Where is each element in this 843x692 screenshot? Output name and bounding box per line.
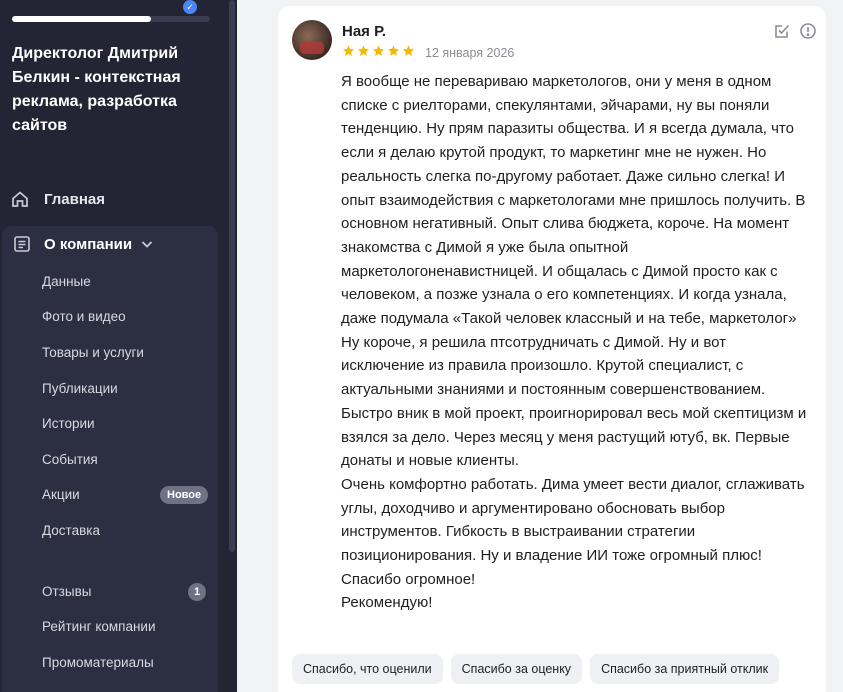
rating-stars bbox=[341, 44, 416, 58]
star-icon bbox=[342, 45, 355, 56]
sidebar-scrollbar[interactable] bbox=[229, 0, 235, 552]
review-paragraph: Очень комфортно работать. Дима умеет вес… bbox=[341, 475, 805, 565]
reviews-count-badge: 1 bbox=[188, 583, 206, 601]
review-author: Ная Р. bbox=[342, 23, 387, 40]
chevron-down-icon[interactable] bbox=[140, 237, 154, 251]
review-paragraph: Рекомендую! bbox=[341, 594, 433, 612]
profile-progress-bar bbox=[12, 16, 210, 22]
quick-reply-button[interactable]: Спасибо, что оценили bbox=[292, 654, 443, 684]
sidebar-item-publications[interactable]: Публикации bbox=[42, 381, 118, 396]
sidebar-item-reviews[interactable]: Отзывы bbox=[42, 584, 91, 599]
company-name: Директолог Дмитрий Белкин - контекстная … bbox=[12, 45, 181, 134]
review-paragraph: Я вообще не перевариваю маркетологов, он… bbox=[341, 73, 806, 328]
sidebar-item-label: Главная bbox=[44, 190, 106, 208]
report-icon[interactable] bbox=[799, 22, 817, 40]
review-text: Я вообще не перевариваю маркетологов, он… bbox=[341, 70, 811, 615]
quick-reply-button[interactable]: Спасибо за оценку bbox=[450, 654, 583, 684]
sidebar-item-events[interactable]: События bbox=[42, 452, 98, 467]
sidebar-item-rating[interactable]: Рейтинг компании bbox=[42, 619, 156, 634]
star-icon bbox=[402, 45, 415, 56]
sidebar-item-label: О компании bbox=[44, 235, 133, 253]
sidebar-item-delivery[interactable]: Доставка bbox=[42, 523, 100, 538]
sidebar-item-promo-materials[interactable]: Промоматериалы bbox=[42, 655, 154, 670]
star-icon bbox=[387, 45, 400, 56]
sidebar-item-photo-video[interactable]: Фото и видео bbox=[42, 309, 126, 324]
verified-check-icon: ✓ bbox=[183, 0, 197, 14]
star-icon bbox=[372, 45, 385, 56]
review-card: Ная Р. 12 января 2026 Я вообще не перева… bbox=[278, 6, 826, 692]
review-paragraph: Ну короче, я решила птсотрудничать с Дим… bbox=[341, 333, 807, 470]
new-badge: Новое bbox=[160, 486, 209, 504]
sidebar-item-data[interactable]: Данные bbox=[42, 274, 91, 289]
review-date: 12 января 2026 bbox=[425, 46, 515, 60]
sidebar-item-company[interactable]: О компании bbox=[10, 231, 154, 257]
home-icon bbox=[8, 187, 32, 211]
avatar bbox=[292, 20, 332, 60]
sidebar-item-home[interactable]: Главная bbox=[8, 184, 218, 214]
edit-checkbox-icon[interactable] bbox=[773, 22, 791, 40]
sidebar-item-stories[interactable]: Истории bbox=[42, 416, 95, 431]
quick-replies: Спасибо, что оценили Спасибо за оценку С… bbox=[292, 654, 787, 684]
document-list-icon bbox=[10, 232, 34, 256]
star-icon bbox=[357, 45, 370, 56]
sidebar: ✓ Директолог Дмитрий Белкин - контекстна… bbox=[0, 0, 237, 692]
sidebar-item-goods-services[interactable]: Товары и услуги bbox=[42, 345, 144, 360]
quick-reply-button[interactable]: Спасибо за приятный отклик bbox=[590, 654, 780, 684]
review-paragraph: Спасибо огромное! bbox=[341, 570, 476, 588]
profile-progress-fill bbox=[12, 16, 151, 22]
sidebar-item-promos[interactable]: Акции bbox=[42, 487, 80, 502]
